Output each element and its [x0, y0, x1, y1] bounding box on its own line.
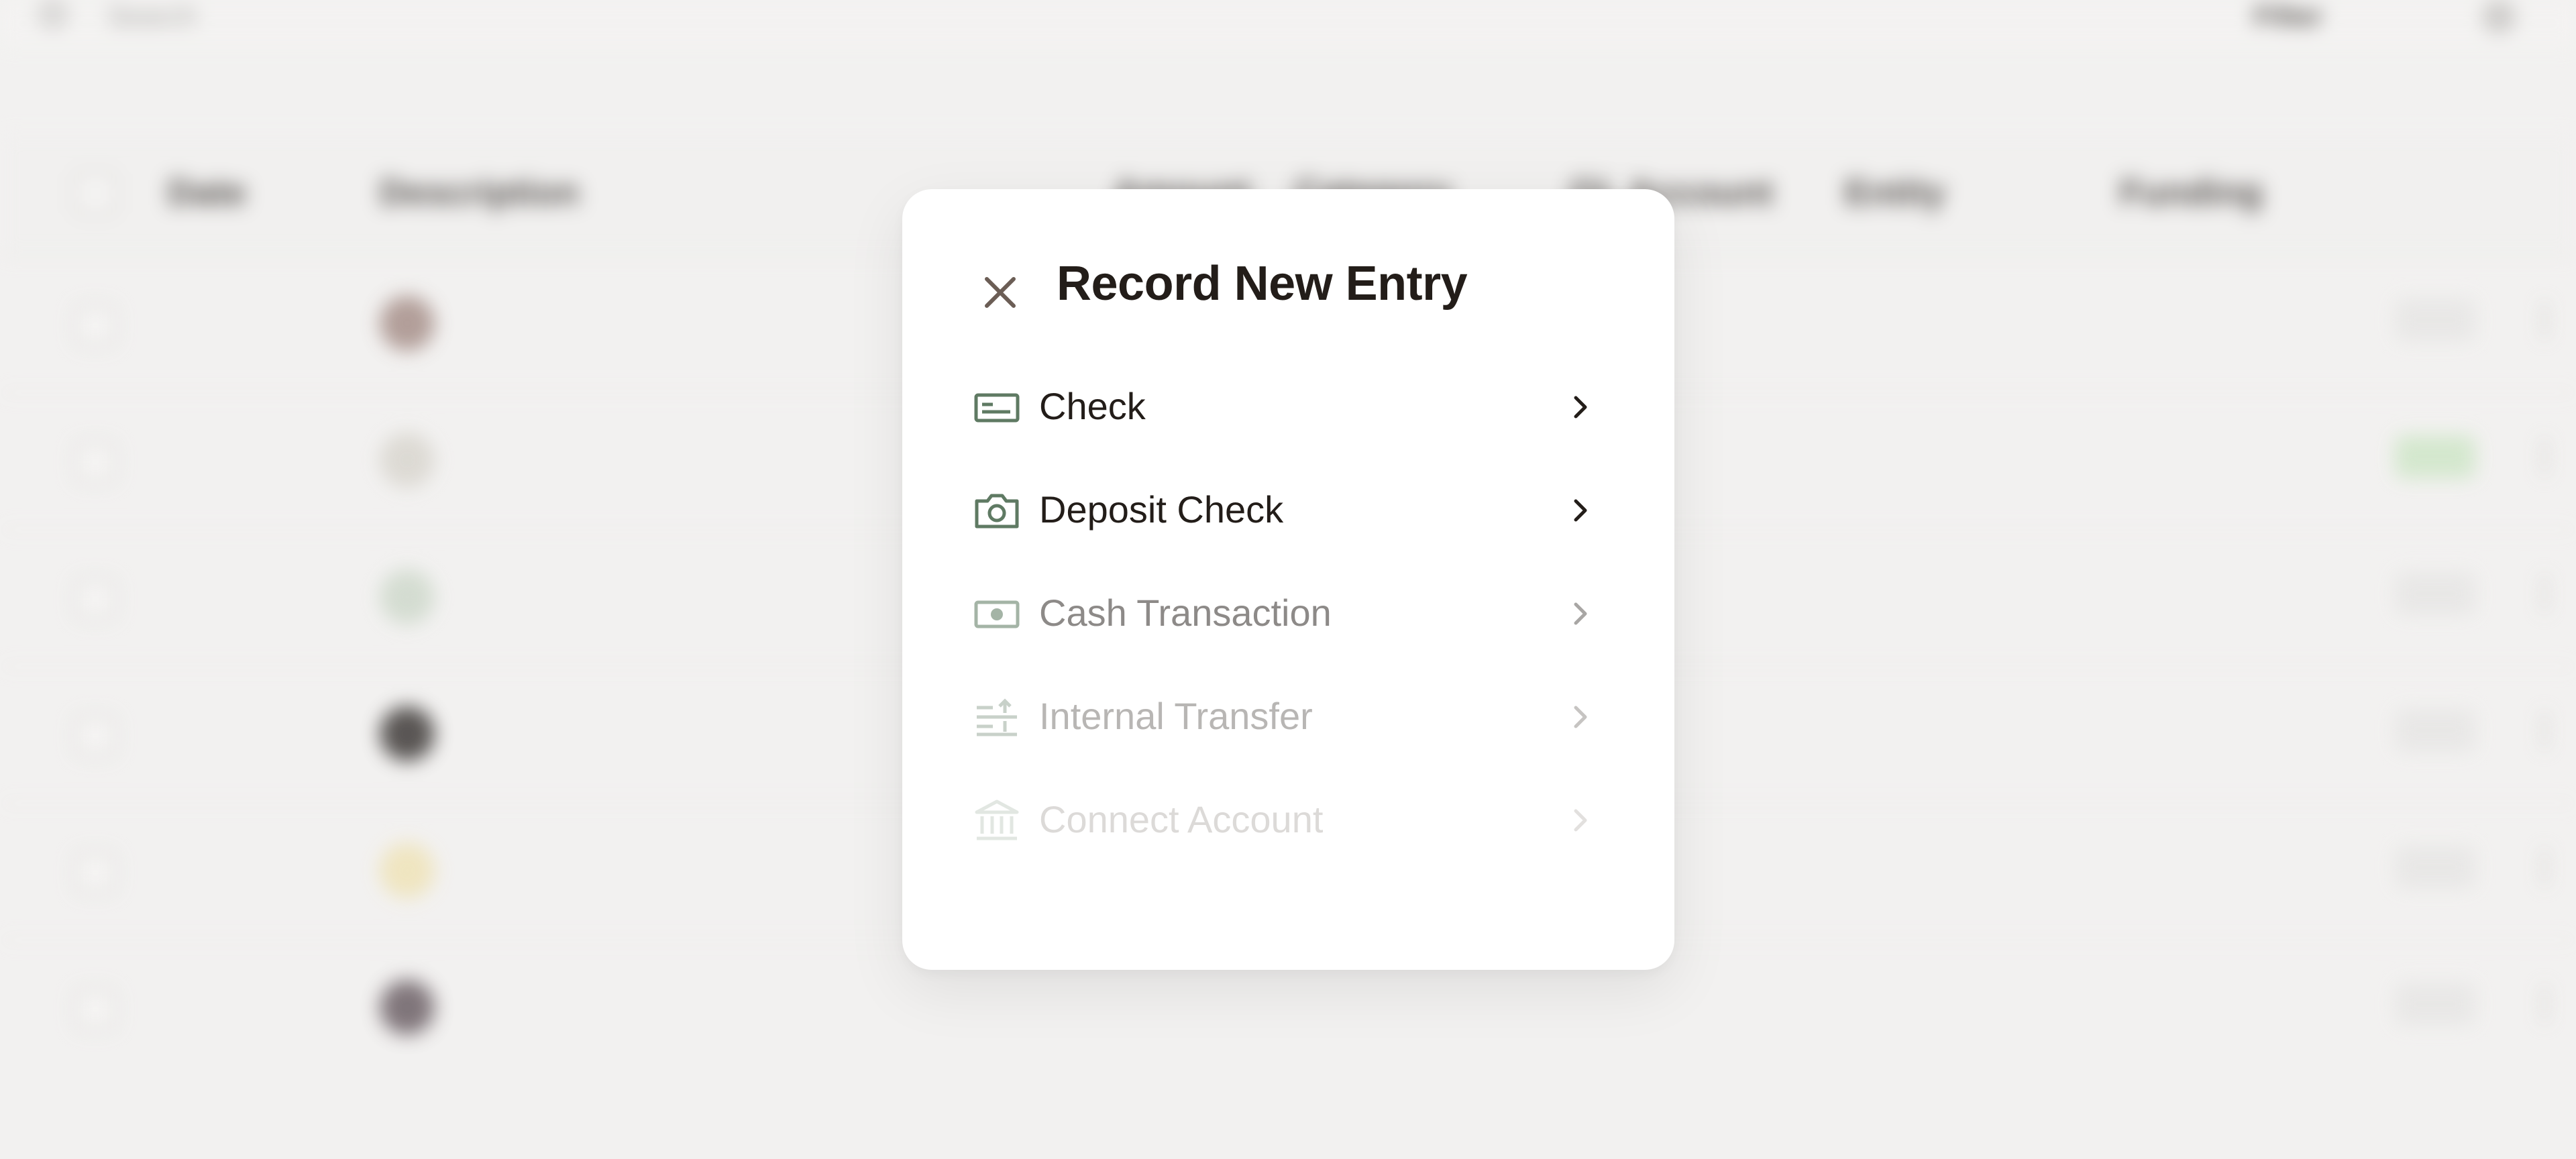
menu-item-connect-account[interactable]: Connect Account — [973, 780, 1610, 861]
close-icon — [985, 277, 1016, 308]
transfer-icon — [977, 698, 1017, 736]
status-badge — [2395, 435, 2475, 478]
search-input[interactable]: Search — [107, 0, 197, 32]
row-checkbox[interactable] — [74, 851, 117, 894]
status-badge — [2395, 572, 2475, 615]
menu-item-label: Check — [1039, 385, 1146, 427]
status-badge — [2395, 709, 2475, 752]
chevron-right-icon[interactable] — [2522, 984, 2546, 1024]
column-header[interactable]: Funding — [2120, 172, 2263, 213]
chevron-right-icon — [1574, 499, 1587, 522]
menu-item-label: Connect Account — [1039, 798, 1324, 840]
chevron-right-icon[interactable] — [2522, 573, 2546, 614]
chevron-right-icon[interactable] — [2522, 710, 2546, 751]
row-checkbox[interactable] — [74, 577, 117, 620]
status-badge — [2395, 298, 2475, 341]
menu-item-deposit-check[interactable]: Deposit Check — [973, 470, 1610, 551]
top-bar: Search Filter — [0, 0, 2576, 47]
cash-icon — [974, 600, 1020, 628]
avatar — [380, 706, 435, 761]
chevron-right-icon — [1574, 396, 1587, 419]
camera-icon — [975, 494, 1019, 529]
settings-icon[interactable] — [2482, 0, 2516, 34]
status-badge — [2395, 846, 2475, 889]
chevron-right-icon — [1574, 602, 1587, 625]
menu-item-cash-transaction[interactable]: Cash Transaction — [973, 573, 1610, 654]
chevron-right-icon[interactable] — [2522, 437, 2546, 477]
menu-item-label: Deposit Check — [1039, 488, 1284, 531]
bank-icon — [975, 799, 1019, 840]
search-icon — [40, 1, 66, 27]
row-checkbox[interactable] — [74, 304, 117, 347]
row-checkbox[interactable] — [74, 988, 117, 1031]
record-new-entry-dialog: Record New Entry Check Deposit Check Cas… — [902, 189, 1674, 970]
check-icon — [974, 393, 1020, 423]
chevron-right-icon — [1574, 809, 1587, 832]
menu-item-check[interactable]: Check — [973, 367, 1610, 447]
select-all-checkbox[interactable] — [74, 172, 117, 215]
avatar — [380, 980, 435, 1035]
close-button[interactable] — [976, 268, 1024, 317]
status-badge — [2395, 983, 2475, 1026]
column-header[interactable]: Description — [380, 172, 579, 213]
avatar — [380, 296, 435, 351]
column-header[interactable]: Entity — [1845, 172, 1945, 213]
column-header[interactable]: Date — [168, 172, 246, 213]
menu-item-internal-transfer[interactable]: Internal Transfer — [973, 677, 1610, 757]
chevron-right-icon — [1574, 706, 1587, 728]
avatar — [380, 433, 435, 488]
menu-item-label: Cash Transaction — [1039, 592, 1332, 634]
avatar — [380, 569, 435, 624]
menu-item-label: Internal Transfer — [1039, 695, 1313, 737]
avatar — [380, 843, 435, 898]
chevron-right-icon[interactable] — [2522, 300, 2546, 340]
chevron-right-icon[interactable] — [2522, 847, 2546, 887]
row-checkbox[interactable] — [74, 714, 117, 757]
filter-button[interactable]: Filter — [2254, 0, 2402, 38]
row-checkbox[interactable] — [74, 441, 117, 484]
dialog-title: Record New Entry — [1057, 257, 1468, 311]
